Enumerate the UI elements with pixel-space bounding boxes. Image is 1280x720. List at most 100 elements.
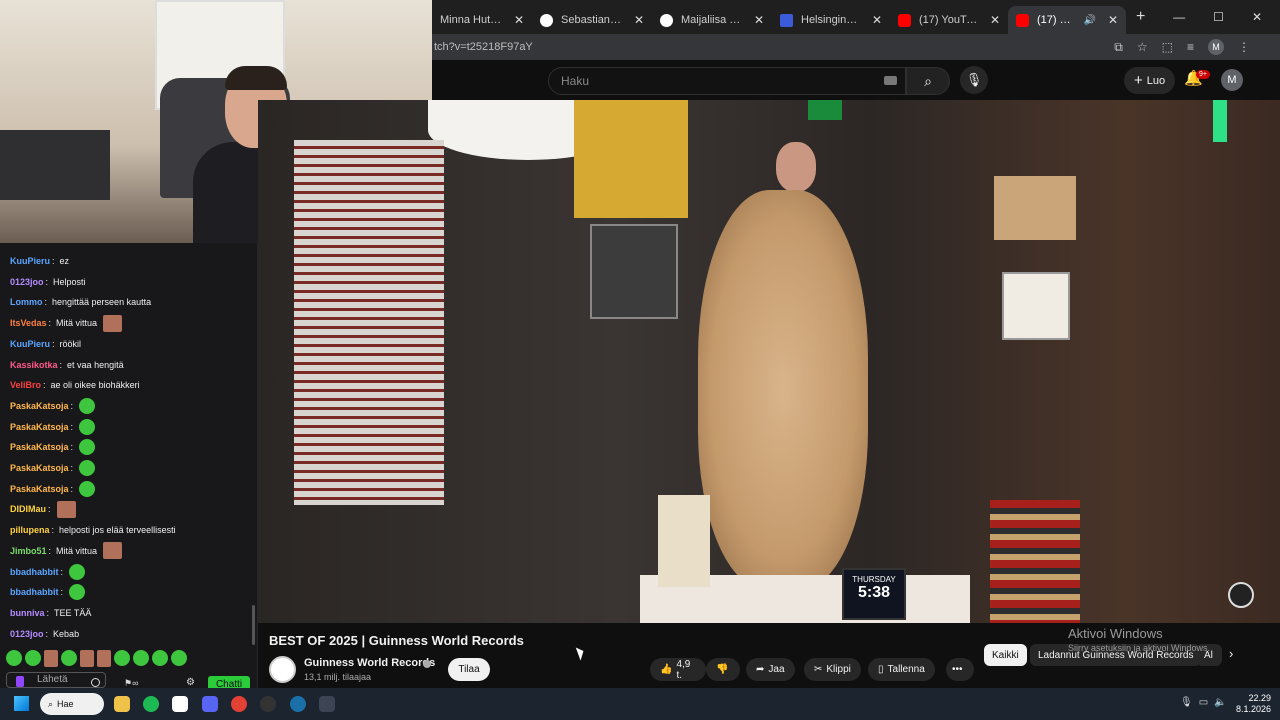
close-tab-icon[interactable]: ✕ [634,13,644,27]
chat-emote-icon [103,314,123,332]
voice-search-button[interactable]: 🎙 [960,66,988,94]
profile-avatar[interactable]: M [1208,39,1224,55]
window-controls: — ☐ ✕ [1173,10,1280,24]
close-tab-icon[interactable]: ✕ [872,13,882,27]
network-icon[interactable]: ▭ [1199,697,1208,708]
chat-message-text: Mitä vittua [56,545,98,556]
chat-username[interactable]: bbadhabbit [10,587,59,597]
emote-icon[interactable] [152,650,168,666]
browser-tab[interactable]: Helsingin uusi kokei✕ [772,6,890,34]
chat-username[interactable]: bbadhabbit [10,567,59,577]
search-placeholder: Haku [561,74,590,88]
emote-icon[interactable] [133,650,149,666]
taskbar-search[interactable]: ⌕ Hae [40,693,104,715]
chat-username[interactable]: DIDIMau [10,504,46,514]
clip-button[interactable]: ✂ Klippi [804,658,861,681]
speaker-icon[interactable]: 🔊 [1083,15,1095,26]
browser-tab[interactable]: (17) YouTube ✕ [890,6,1008,34]
chat-message-text: röökil [59,338,82,349]
chat-scrollbar[interactable] [252,605,255,645]
chat-username[interactable]: VeliBro [10,380,41,390]
create-button[interactable]: + Luo [1124,67,1176,94]
chat-username[interactable]: pillupena [10,525,50,535]
search-button[interactable]: ⌕ [906,67,950,95]
keyboard-icon[interactable] [884,76,897,85]
chevron-right-icon[interactable]: › [1229,646,1233,661]
calculator-icon[interactable] [319,696,335,712]
like-button[interactable]: 👍 4,9 t. [650,658,706,681]
chat-settings-icon[interactable]: ⚙ [186,677,195,688]
emote-icon[interactable] [6,650,22,666]
close-tab-icon[interactable]: ✕ [990,13,1000,27]
subscribe-button[interactable]: Tilaa [448,658,490,681]
cast-icon[interactable]: ⧉ [1114,40,1123,55]
emote-icon[interactable] [61,650,77,666]
chip-all[interactable]: Kaikki [984,644,1027,666]
chat-emote-icon [103,542,123,560]
chat-username[interactable]: KuuPieru [10,339,50,349]
browser-tab[interactable]: Sebastian Hielm - G✕ [532,6,652,34]
save-button[interactable]: ▯ Tallenna [868,658,935,681]
search-input[interactable]: Haku [548,67,906,95]
maximize-icon[interactable]: ☐ [1213,10,1224,24]
channel-avatar[interactable] [269,656,296,683]
new-tab-button[interactable]: + [1136,8,1145,26]
chat-username[interactable]: PaskaKatsoja [10,484,69,494]
address-bar[interactable]: tch?v=t25218F97aY ⧉ ☆ ⬚ ≡ M ⋮ [432,34,1280,60]
windows-start-icon[interactable] [14,696,29,711]
chat-username[interactable]: ItsVedas [10,318,47,328]
chat-username[interactable]: PaskaKatsoja [10,442,69,452]
video-player[interactable]: THURSDAY 5:38 [258,100,1280,623]
chrome-icon[interactable] [231,696,247,712]
chat-username[interactable]: PaskaKatsoja [10,422,69,432]
taskbar-clock[interactable]: 22.29 8.1.2026 [1236,693,1271,715]
emote-icon[interactable] [80,650,94,667]
volume-icon[interactable]: 🔈 [1214,697,1226,708]
close-window-icon[interactable]: ✕ [1252,10,1262,24]
browser-tab-bar: Minna Huttunen - G✕ Sebastian Hielm - G✕… [432,0,1280,34]
emote-icon[interactable] [97,650,111,667]
media-controls-icon[interactable]: ≡ [1187,40,1194,54]
obs-icon[interactable] [260,696,276,712]
chat-username[interactable]: PaskaKatsoja [10,401,69,411]
close-tab-icon[interactable]: ✕ [514,13,524,27]
chat-emote-icon [56,500,76,518]
menu-kebab-icon[interactable]: ⋮ [1238,40,1250,54]
chat-username[interactable]: Lommo [10,297,43,307]
file-explorer-icon[interactable] [114,696,130,712]
chat-message: 0123joo: Helposti [10,276,86,287]
channel-name[interactable]: Guinness World Records [304,657,435,669]
chat-username[interactable]: Kassikotka [10,360,58,370]
browser-tab[interactable]: Minna Huttunen - G✕ [432,6,532,34]
close-tab-icon[interactable]: ✕ [754,13,764,27]
minimize-icon[interactable]: — [1173,10,1185,24]
chat-username[interactable]: Jimbo51 [10,546,47,556]
more-actions-button[interactable]: ••• [946,658,974,681]
emote-icon[interactable] [25,650,41,666]
emote-icon[interactable] [114,650,130,666]
microphone-icon[interactable]: 🎙 [1180,697,1193,708]
bits-icon[interactable] [16,676,24,687]
x-app-icon[interactable] [172,696,188,712]
close-tab-icon[interactable]: ✕ [1108,13,1118,27]
emote-picker-icon[interactable] [91,678,100,687]
guinness-watermark-icon[interactable] [1228,582,1254,608]
bookmark-star-icon[interactable]: ☆ [1137,40,1148,54]
chat-username[interactable]: bunniva [10,608,45,618]
chat-username[interactable]: 0123joo [10,277,44,287]
emote-icon[interactable] [171,650,187,666]
chat-username[interactable]: 0123joo [10,629,44,639]
extensions-icon[interactable]: ⬚ [1162,40,1173,54]
emote-icon[interactable] [44,650,58,667]
chat-username[interactable]: KuuPieru [10,256,50,266]
browser-tab-active[interactable]: (17) BEST OF 20🔊✕ [1008,6,1126,34]
browser-tab[interactable]: Maijaliisa Erkkola - G✕ [652,6,772,34]
dislike-button[interactable]: 👎 [706,658,740,681]
share-button[interactable]: ➦ Jaa [746,658,795,681]
spotify-icon[interactable] [143,696,159,712]
chat-username[interactable]: PaskaKatsoja [10,463,69,473]
url-text[interactable]: tch?v=t25218F97aY [434,41,533,53]
youtube-avatar[interactable]: M [1221,69,1243,91]
steam-icon[interactable] [290,696,306,712]
discord-icon[interactable] [202,696,218,712]
